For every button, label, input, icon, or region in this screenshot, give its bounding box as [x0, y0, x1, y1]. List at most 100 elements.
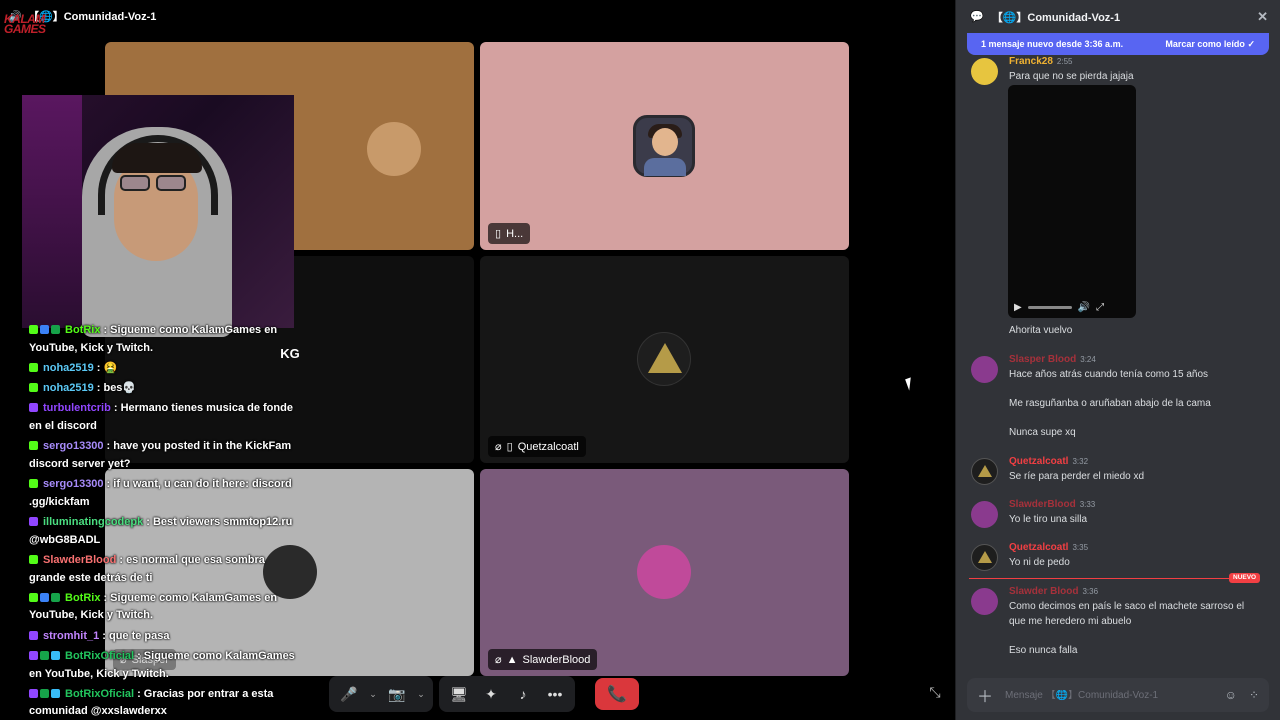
kick-badge-icon — [29, 554, 38, 564]
message-text: Se ríe para perder el miedo xd — [1009, 471, 1145, 482]
game-icon: ▲ — [506, 653, 518, 666]
kick-badge-icon — [29, 479, 38, 489]
activities-icon[interactable]: ✦ — [477, 680, 505, 708]
twitch-badge-icon — [29, 403, 38, 413]
kick-badge-icon — [29, 441, 38, 451]
add-attachment-icon[interactable]: ＋ — [977, 683, 993, 707]
kick-badge-icon — [29, 383, 38, 393]
stream-chat-row: BotRixOficial: Sigueme como KalamGames e… — [29, 648, 301, 683]
panel-title: 【🌐】Comunidad-Voz-1 — [991, 11, 1121, 24]
chat-username: sergo13300 — [43, 440, 104, 453]
chat-username: noha2519 — [43, 382, 94, 395]
microphone-icon[interactable]: 🎤 — [335, 680, 363, 708]
chat-text: : que te pasa — [102, 629, 170, 642]
call-controls: 🎤 ⌄ 📷 ⌄ 🖥 ✦ ♪ ••• 📞 — [329, 675, 639, 713]
stream-chat-row: noha2519: 🤮 — [29, 360, 301, 378]
stream-chat-row: noha2519: bes💀 — [29, 380, 301, 398]
mark-as-read-button[interactable]: Marcar como leído ✓ — [1165, 39, 1255, 50]
video-controls: ▶ 🔊 ⤢ — [1008, 296, 1136, 318]
chevron-down-icon[interactable]: ⌄ — [367, 689, 379, 700]
message-text: Nunca supe xq — [1009, 427, 1076, 438]
blue-badge-icon — [40, 325, 49, 334]
chevron-down-icon[interactable]: ⌄ — [415, 689, 427, 700]
camera-off-icon[interactable]: 📷 — [383, 680, 411, 708]
message-author[interactable]: Franck28 — [1009, 56, 1053, 67]
chat-username: sergo13300 — [43, 478, 104, 491]
avatar[interactable] — [971, 58, 998, 85]
teal-badge-icon — [51, 688, 60, 698]
soundboard-icon[interactable]: ♪ — [509, 680, 537, 708]
message-text: Hace años atrás cuando tenía como 15 año… — [1009, 369, 1209, 380]
message-timestamp: 3:24 — [1080, 355, 1096, 364]
message-composer: ＋ ☺ ⁘ — [967, 678, 1269, 712]
chat-username: stromhit_1 — [43, 629, 100, 642]
stream-chat-row: illuminatingcodepk: Best viewers smmtop1… — [29, 514, 301, 549]
participant-tile[interactable]: ⌀ ▯ Quetzalcoatl — [480, 256, 849, 463]
collapse-icon[interactable]: ⤡ — [926, 684, 944, 702]
stage-channel-title: 【🌐】Comunidad-Voz-1 — [28, 11, 157, 23]
message-author[interactable]: SlawderBlood — [1009, 499, 1076, 510]
apps-icon[interactable]: ⁘ — [1249, 688, 1259, 702]
avatar[interactable] — [971, 544, 998, 571]
stream-chat-row: BotRixOficial: Gracias por entrar a esta… — [29, 686, 301, 720]
message-author[interactable]: Slasper Blood — [1009, 354, 1076, 365]
message-text: Para que no se pierda jajaja — [1009, 71, 1134, 82]
participant-name-tag: ⌀ ▯ Quetzalcoatl — [488, 436, 586, 457]
new-messages-divider — [969, 578, 1259, 579]
participant-tile[interactable]: ⌀ ▲ SlawderBlood — [480, 469, 849, 676]
participant-avatar — [637, 332, 691, 386]
twitch-badge-icon — [29, 650, 38, 660]
message-text: Yo le tiro una silla — [1009, 514, 1088, 525]
message-author[interactable]: Quetzalcoatl — [1009, 456, 1068, 467]
grn-badge-icon — [40, 688, 49, 698]
disconnect-button[interactable]: 📞 — [595, 678, 639, 710]
chat-bubble-icon: 💬 — [970, 11, 984, 23]
actions-group: 🖥 ✦ ♪ ••• — [439, 676, 575, 712]
screen-share-icon[interactable]: 🖥 — [445, 680, 473, 708]
teal-badge-icon — [51, 650, 60, 660]
voice-stage: 🔊 【🌐】Comunidad-Voz-1 KALAM GAMES ▯ H... ⌀ — [0, 0, 955, 720]
volume-icon[interactable]: 🔊 — [1078, 302, 1090, 313]
video-attachment[interactable]: ▶ 🔊 ⤢ — [1008, 85, 1136, 318]
message-text: Yo ni de pedo — [1009, 557, 1070, 568]
message-timestamp: 2:55 — [1056, 57, 1073, 66]
kick-badge-icon — [29, 592, 38, 602]
participant-tile[interactable]: ▯ H... — [480, 42, 849, 250]
mic-group: 🎤 ⌄ 📷 ⌄ — [329, 676, 433, 712]
message-timestamp: 3:35 — [1072, 543, 1089, 552]
message-text: Me rasguñanba o aruñaban abajo de la cam… — [1009, 398, 1211, 409]
stream-chat-row: sergo13300: if u want, u can do it here:… — [29, 476, 301, 511]
mobile-icon: ▯ — [506, 441, 513, 453]
muted-video-icon: ⌀ — [495, 441, 502, 453]
more-icon[interactable]: ••• — [541, 680, 569, 708]
message-text: Ahorita vuelvo — [1009, 325, 1073, 336]
stream-chat-row: turbulentcrib: Hermano tienes musica de … — [29, 400, 301, 435]
avatar[interactable] — [971, 458, 998, 485]
message-author[interactable]: Quetzalcoatl — [1009, 542, 1068, 553]
participant-name-tag: ⌀ ▲ SlawderBlood — [488, 649, 598, 670]
message-author[interactable]: Slawder Blood — [1009, 586, 1078, 597]
message-timestamp: 3:32 — [1072, 457, 1089, 466]
video-progress[interactable] — [1027, 305, 1072, 309]
chat-username: noha2519 — [43, 361, 94, 374]
mobile-icon: ▯ — [495, 228, 502, 240]
mouse-cursor — [905, 377, 915, 391]
stream-chat-row: BotRix: Sigueme como KalamGames en YouTu… — [29, 590, 301, 625]
new-messages-text: 1 mensaje nuevo desde 3:36 a.m. — [981, 39, 1124, 49]
message-text: Como decimos en país le saco el machete … — [1009, 601, 1245, 612]
fullscreen-icon[interactable]: ⤢ — [1096, 302, 1104, 313]
chat-text: : bes💀 — [96, 382, 137, 395]
emoji-icon[interactable]: ☺ — [1225, 688, 1237, 702]
avatar[interactable] — [971, 501, 998, 528]
brand-logo: KALAM GAMES — [4, 12, 46, 36]
message-input[interactable] — [1005, 689, 1196, 701]
play-icon[interactable]: ▶ — [1014, 302, 1022, 313]
avatar[interactable] — [971, 588, 998, 615]
stream-chat-row: stromhit_1: que te pasa — [29, 628, 301, 646]
muted-video-icon: ⌀ — [495, 654, 502, 666]
close-icon[interactable]: ✕ — [1257, 9, 1268, 25]
avatar[interactable] — [971, 356, 998, 383]
twitch-badge-icon — [29, 630, 38, 640]
new-messages-banner[interactable]: 1 mensaje nuevo desde 3:36 a.m. Marcar c… — [967, 33, 1269, 55]
message-timestamp: 3:33 — [1079, 500, 1096, 509]
